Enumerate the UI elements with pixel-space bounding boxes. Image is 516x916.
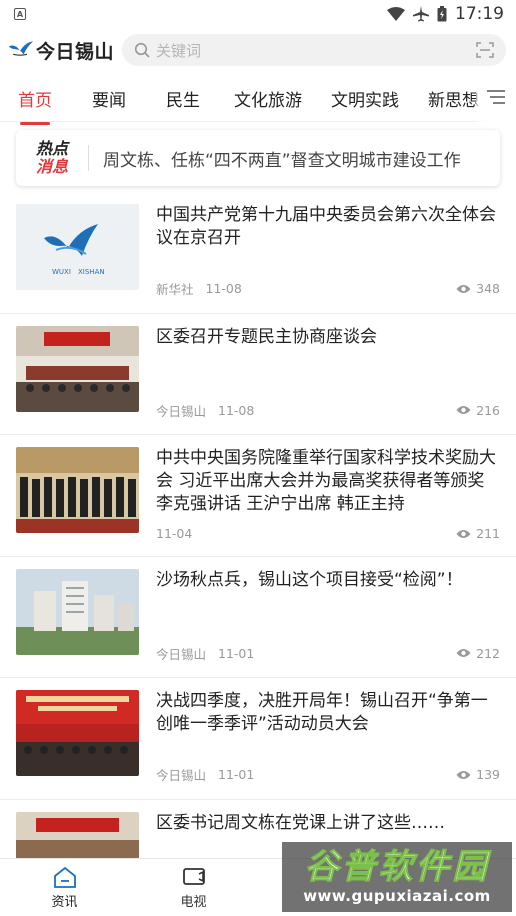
svg-text:WUXI: WUXI	[52, 268, 71, 276]
news-thumbnail	[16, 568, 139, 655]
news-source: 今日锡山	[156, 646, 207, 662]
app-logo[interactable]: 今日锡山	[8, 37, 114, 64]
tab-home[interactable]: 首页	[18, 86, 52, 125]
news-item[interactable]: WUXI XISHAN 中国共产党第十九届中央委员会第六次全体会议在京召开 新华…	[0, 192, 516, 314]
news-title[interactable]: 区委召开专题民主协商座谈会	[156, 326, 500, 349]
nav-tv-label: 电视	[180, 894, 207, 910]
watermark-title: 谷普软件园	[304, 846, 490, 887]
news-source: 今日锡山	[156, 768, 207, 783]
clock: 17:19	[455, 4, 504, 24]
hot-divider	[88, 145, 89, 171]
eye-icon	[456, 770, 471, 779]
news-title[interactable]: 中国共产党第十九届中央委员会第六次全体会议在京召开	[156, 204, 500, 250]
eye-icon	[456, 529, 471, 538]
svg-text:XISHAN: XISHAN	[78, 268, 105, 276]
category-tabs: 首页 要闻 民生 文化旅游 文明实践 新思想	[0, 72, 516, 125]
news-date: 11-08	[218, 402, 255, 418]
home-icon	[53, 866, 76, 888]
search-bar[interactable]: 关键词	[122, 34, 506, 66]
news-item[interactable]: 沙场秋点兵，锡山这个项目接受“检阅”！ 今日锡山 11-01 212	[0, 557, 516, 678]
hot-badge-line1: 热点	[35, 139, 68, 158]
hot-news-text[interactable]: 周文栋、任栋“四不两直”督查文明城市建设工作	[103, 146, 461, 171]
news-title[interactable]: 中共中央国务院隆重举行国家科学技术奖励大会 习近平出席大会并为最高奖获得者等颁奖…	[156, 447, 500, 516]
news-item[interactable]: 区委召开专题民主协商座谈会 今日锡山 11-08 216	[0, 314, 516, 435]
news-source: 今日锡山	[156, 403, 207, 419]
news-date: 11-01	[218, 645, 255, 661]
nav-news-label: 资讯	[51, 894, 78, 910]
news-title[interactable]: 沙场秋点兵，锡山这个项目接受“检阅”！	[156, 569, 500, 592]
news-list: WUXI XISHAN 中国共产党第十九届中央委员会第六次全体会议在京召开 新华…	[0, 192, 516, 916]
logo-text: 今日锡山	[35, 40, 114, 63]
tab-new-thought[interactable]: 新思想	[428, 86, 479, 111]
battery-icon	[437, 6, 447, 22]
news-view-count: 216	[476, 402, 500, 418]
news-date: 11-04	[156, 526, 193, 541]
airplane-icon	[413, 6, 429, 22]
news-thumbnail: WUXI XISHAN	[16, 204, 139, 290]
eye-icon	[456, 649, 471, 657]
eye-icon	[456, 284, 471, 293]
tab-menu-button[interactable]	[476, 72, 516, 122]
news-item[interactable]: 中共中央国务院隆重举行国家科学技术奖励大会 习近平出席大会并为最高奖获得者等颁奖…	[0, 435, 516, 557]
tab-headlines[interactable]: 要闻	[92, 86, 126, 111]
eye-icon	[456, 406, 471, 414]
hot-news-badge: 热点 消息	[28, 141, 76, 175]
news-source: 新华社	[156, 282, 194, 297]
top-header: 今日锡山 关键词	[0, 28, 516, 72]
news-view-count: 139	[476, 767, 500, 782]
hot-news-banner[interactable]: 热点 消息 周文栋、任栋“四不两直”督查文明城市建设工作	[16, 130, 500, 186]
search-icon	[134, 42, 150, 58]
tab-civilization-practice[interactable]: 文明实践	[331, 86, 399, 111]
nav-tv[interactable]: 电视	[129, 859, 258, 916]
search-input[interactable]: 关键词	[156, 40, 470, 61]
news-thumbnail	[16, 325, 139, 412]
news-date: 11-01	[218, 767, 255, 782]
news-item[interactable]: 决战四季度，决胜开局年！锡山召开“争第一创唯一季季评”活动动员大会 今日锡山 1…	[0, 678, 516, 800]
hot-badge-line2: 消息	[35, 157, 68, 176]
news-view-count: 211	[476, 526, 500, 541]
news-view-count: 348	[476, 281, 500, 296]
news-date: 11-08	[205, 281, 242, 296]
news-title[interactable]: 决战四季度，决胜开局年！锡山召开“争第一创唯一季季评”活动动员大会	[156, 690, 500, 736]
logo-mark-icon	[8, 41, 34, 56]
wifi-icon	[387, 7, 405, 21]
news-view-count: 212	[476, 645, 500, 661]
tab-livelihood[interactable]: 民生	[166, 86, 200, 111]
status-bar: A 17:19	[0, 0, 516, 28]
news-thumbnail	[16, 447, 139, 533]
site-watermark: 谷普软件园 www.gupuxiazai.com	[282, 842, 512, 912]
news-title[interactable]: 区委书记周文栋在党课上讲了这些……	[156, 812, 500, 835]
watermark-url: www.gupuxiazai.com	[303, 886, 491, 905]
nav-news[interactable]: 资讯	[0, 859, 129, 916]
tv-icon	[182, 867, 205, 885]
notification-a-icon: A	[14, 8, 26, 20]
menu-lines-icon	[487, 90, 505, 104]
tab-culture-tourism[interactable]: 文化旅游	[234, 86, 302, 111]
news-thumbnail	[16, 690, 139, 776]
scan-icon[interactable]	[476, 42, 494, 58]
